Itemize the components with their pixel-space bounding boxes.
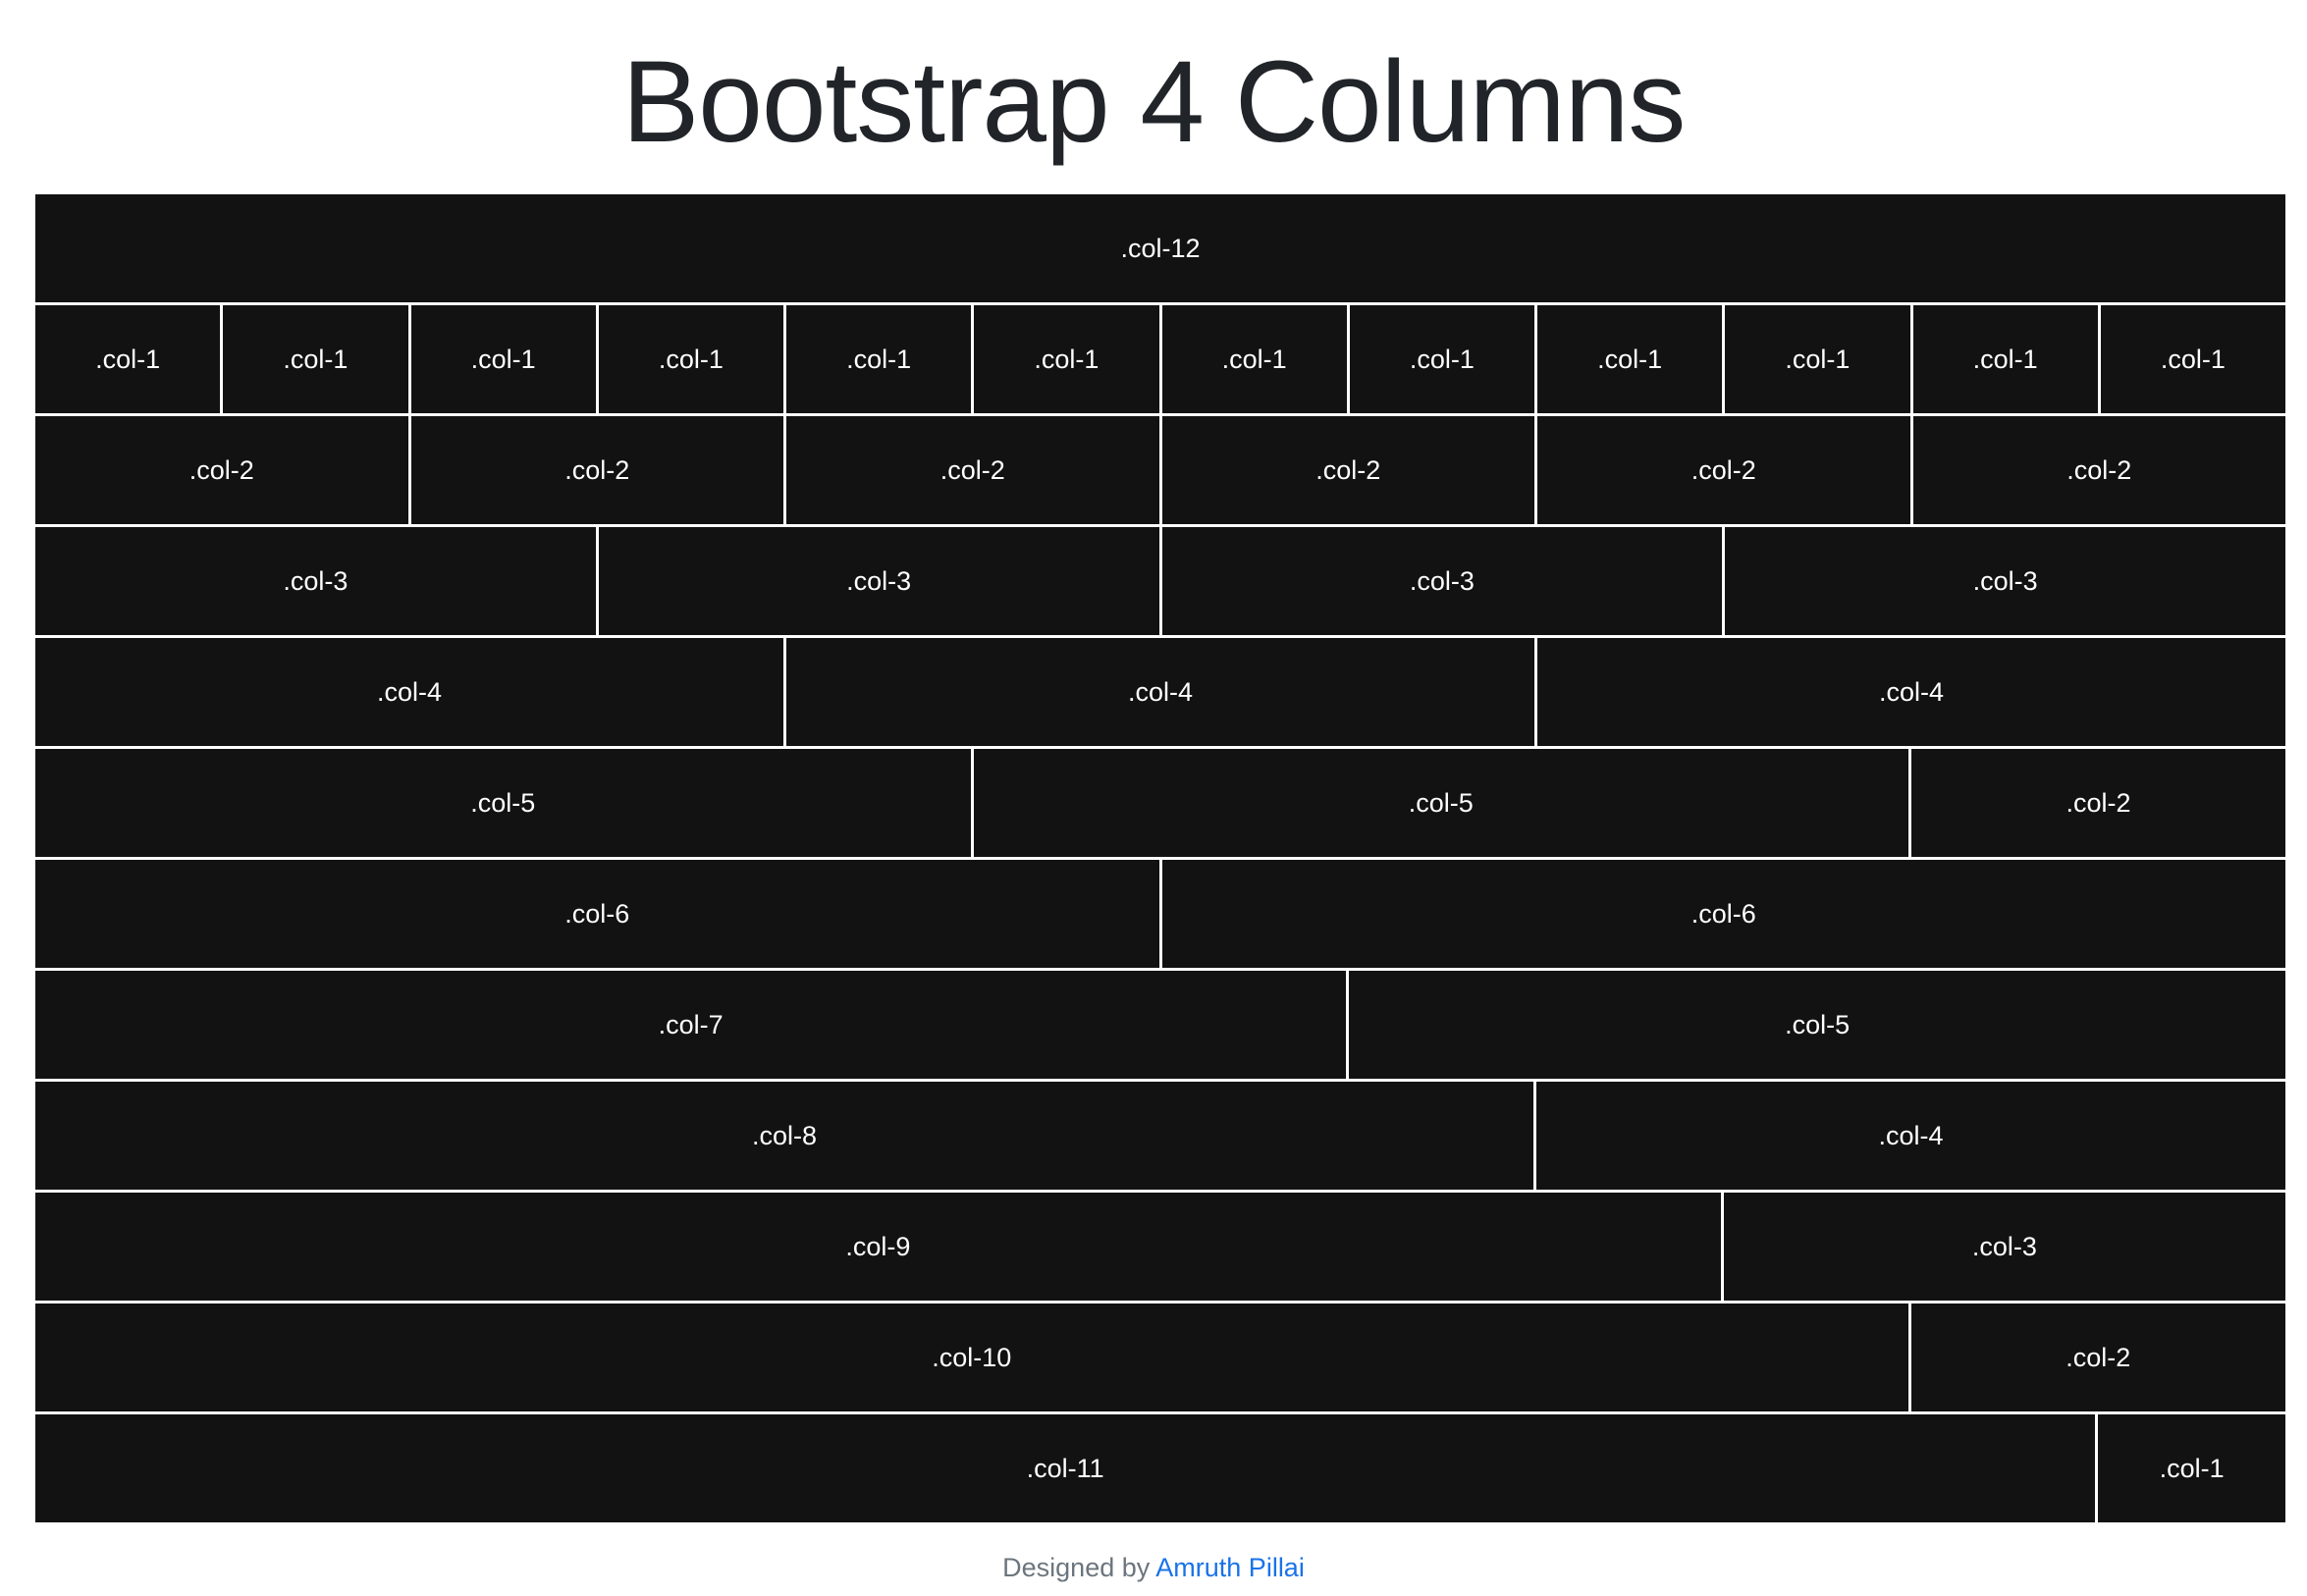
grid-cell-col-5: .col-5 bbox=[1349, 971, 2285, 1079]
grid-row: .col-7 .col-5 bbox=[35, 971, 2285, 1079]
grid-cell-col-1: .col-1 bbox=[410, 305, 599, 413]
grid-row: .col-4 .col-4 .col-4 bbox=[35, 638, 2285, 746]
grid-row: .col-11 .col-1 bbox=[35, 1414, 2285, 1522]
grid-cell-col-2: .col-2 bbox=[1912, 416, 2285, 524]
grid-cell-col-10: .col-10 bbox=[35, 1303, 1911, 1411]
grid-cell-col-1: .col-1 bbox=[1912, 305, 2101, 413]
grid-cell-col-3: .col-3 bbox=[1725, 527, 2285, 635]
grid-cell-col-2: .col-2 bbox=[1161, 416, 1537, 524]
grid-row: .col-5 .col-5 .col-2 bbox=[35, 749, 2285, 857]
grid-row: .col-1 .col-1 .col-1 .col-1 .col-1 .col-1 .col… bbox=[35, 305, 2285, 413]
grid-cell-col-3: .col-3 bbox=[1723, 1193, 2285, 1301]
grid-row: .col-9 .col-3 bbox=[35, 1193, 2285, 1301]
grid-row: .col-10 .col-2 bbox=[35, 1303, 2285, 1411]
grid-cell-col-4: .col-4 bbox=[1537, 638, 2285, 746]
grid-row: .col-3 .col-3 .col-3 .col-3 bbox=[35, 527, 2285, 635]
grid-cell-col-11: .col-11 bbox=[35, 1414, 2099, 1522]
grid-cell-col-2: .col-2 bbox=[1910, 1303, 2285, 1411]
grid-cell-col-2: .col-2 bbox=[35, 416, 411, 524]
grid-cell-col-1: .col-1 bbox=[1349, 305, 1537, 413]
grid-row: .col-6 .col-6 bbox=[35, 860, 2285, 968]
grid-cell-col-6: .col-6 bbox=[1161, 860, 2285, 968]
grid-cell-col-1: .col-1 bbox=[974, 305, 1162, 413]
grid-row: .col-8 .col-4 bbox=[35, 1082, 2285, 1190]
columns-grid: .col-12 .col-1 .col-1 .col-1 .col-1 .col-1 .co… bbox=[35, 194, 2285, 1522]
grid-cell-col-8: .col-8 bbox=[35, 1082, 1536, 1190]
grid-cell-col-12: .col-12 bbox=[35, 194, 2285, 302]
grid-cell-col-5: .col-5 bbox=[973, 749, 1911, 857]
page: Bootstrap 4 Columns .col-12 .col-1 .col-1.… bbox=[0, 0, 2307, 1596]
grid-cell-col-3: .col-3 bbox=[1161, 527, 1726, 635]
grid-cell-col-2: .col-2 bbox=[410, 416, 786, 524]
grid-cell-col-4: .col-4 bbox=[786, 638, 1537, 746]
grid-cell-col-9: .col-9 bbox=[35, 1193, 1724, 1301]
footer-text: Designed by bbox=[1002, 1553, 1151, 1582]
page-title: Bootstrap 4 Columns bbox=[621, 37, 1687, 167]
grid-cell-col-7: .col-7 bbox=[35, 971, 1350, 1079]
grid-cell-col-1: .col-1 bbox=[786, 305, 975, 413]
grid-cell-col-1: .col-1 bbox=[598, 305, 786, 413]
grid-cell-col-3: .col-3 bbox=[598, 527, 1162, 635]
grid-cell-col-1: .col-1 bbox=[35, 305, 224, 413]
grid-cell-col-1: .col-1 bbox=[1161, 305, 1350, 413]
grid-cell-col-4: .col-4 bbox=[1536, 1082, 2285, 1190]
grid-row: .col-2 .col-2 .col-2 .col-2 .col-2 .col-2 bbox=[35, 416, 2285, 524]
grid-cell-col-3: .col-3 bbox=[35, 527, 599, 635]
footer: Designed by Amruth Pillai bbox=[0, 1553, 2307, 1583]
grid-cell-col-1: .col-1 bbox=[223, 305, 411, 413]
grid-row: .col-12 bbox=[35, 194, 2285, 302]
grid-cell-col-2: .col-2 bbox=[1537, 416, 1913, 524]
grid-cell-col-1: .col-1 bbox=[2100, 305, 2285, 413]
grid-cell-col-2: .col-2 bbox=[1911, 749, 2285, 857]
author-link[interactable]: Amruth Pillai bbox=[1155, 1553, 1305, 1582]
grid-cell-col-1: .col-1 bbox=[1537, 305, 1726, 413]
grid-cell-col-1: .col-1 bbox=[2098, 1414, 2285, 1522]
grid-cell-col-5: .col-5 bbox=[35, 749, 974, 857]
grid-cell-col-4: .col-4 bbox=[35, 638, 786, 746]
grid-cell-col-2: .col-2 bbox=[786, 416, 1162, 524]
grid-cell-col-1: .col-1 bbox=[1725, 305, 1913, 413]
grid-cell-col-6: .col-6 bbox=[35, 860, 1162, 968]
